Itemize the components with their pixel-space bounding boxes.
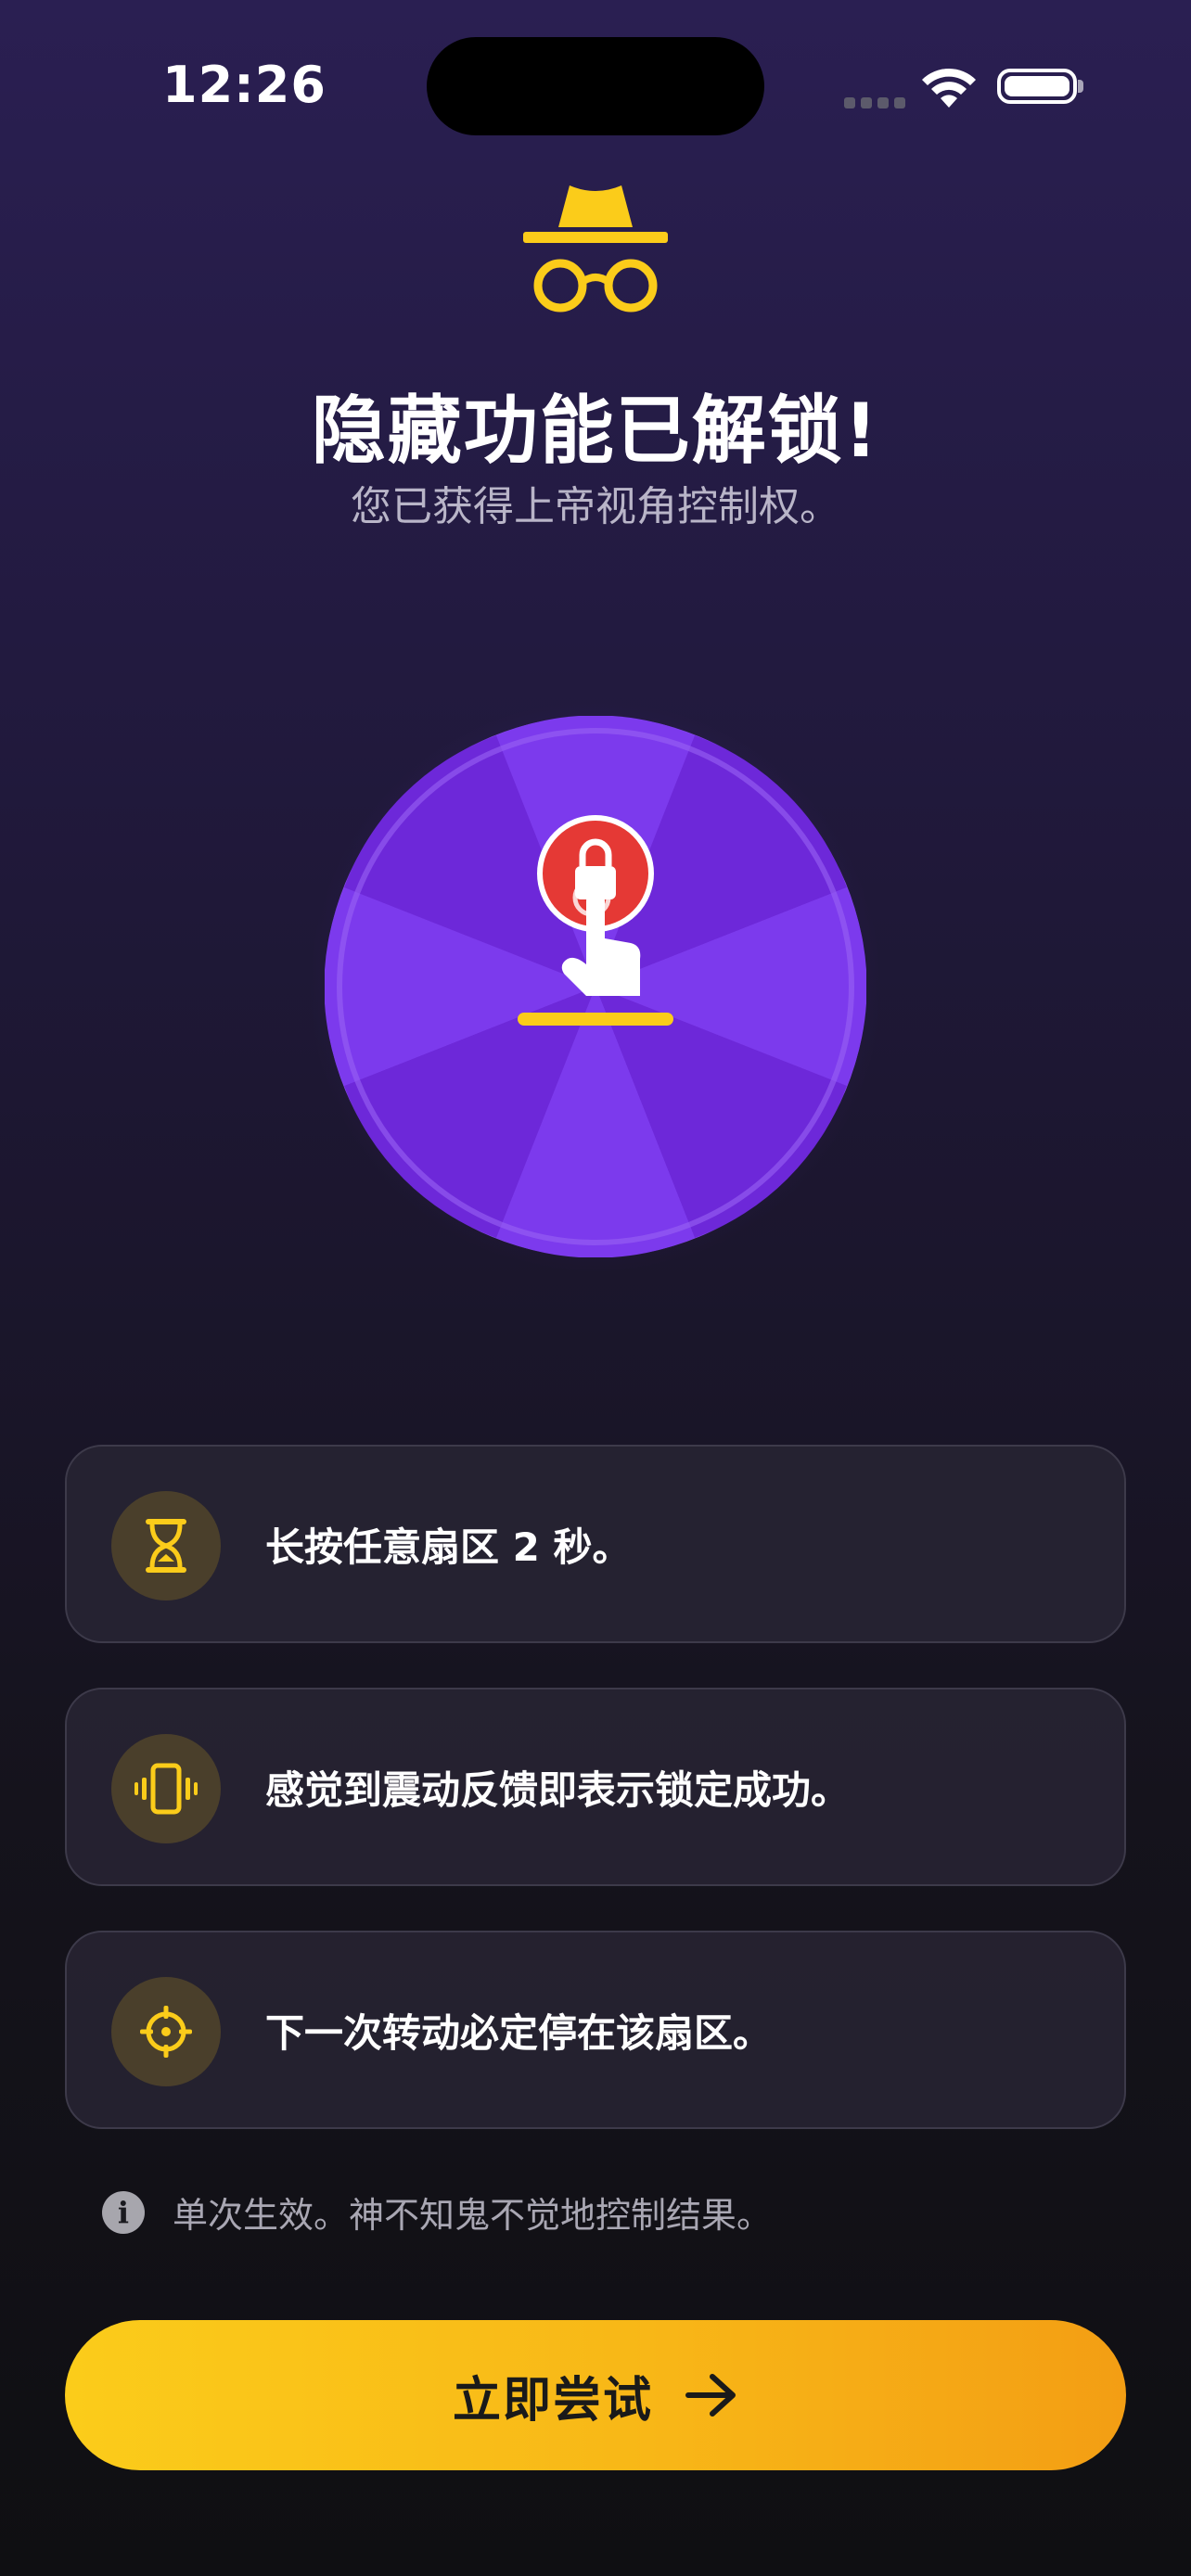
hourglass-icon	[146, 1519, 186, 1573]
info-note: i 单次生效。神不知鬼不觉地控制结果。	[102, 2187, 772, 2238]
page-title: 隐藏功能已解锁!	[311, 388, 880, 474]
arrow-right-icon	[685, 2374, 736, 2417]
spin-wheel[interactable]	[325, 716, 866, 1257]
wheel-pointer	[518, 1013, 673, 1026]
step-icon-container	[111, 1734, 221, 1843]
step-card-target: 下一次转动必定停在该扇区。	[65, 1931, 1126, 2129]
try-now-button[interactable]: 立即尝试	[65, 2320, 1126, 2470]
step-card-hold: 长按任意扇区 2 秒。	[65, 1445, 1126, 1643]
battery-icon	[997, 69, 1077, 104]
step-text: 下一次转动必定停在该扇区。	[265, 2009, 773, 2056]
incognito-icon	[523, 185, 668, 312]
battery-tip	[1078, 80, 1083, 93]
crosshair-icon	[140, 2006, 192, 2058]
step-icon-container	[111, 1491, 221, 1600]
info-note-text: 单次生效。神不知鬼不觉地控制结果。	[173, 2195, 773, 2236]
page-subtitle: 您已获得上帝视角控制权。	[351, 483, 840, 530]
vibration-icon	[134, 1763, 198, 1815]
wifi-icon	[922, 68, 976, 108]
step-text: 感觉到震动反馈即表示锁定成功。	[265, 1766, 851, 1813]
status-bar: 12:26	[0, 0, 1191, 167]
status-time: 12:26	[162, 56, 327, 114]
cellular-signal-icon	[844, 95, 911, 112]
dynamic-island	[427, 37, 764, 135]
try-now-label: 立即尝试	[452, 2372, 653, 2429]
step-card-vibration: 感觉到震动反馈即表示锁定成功。	[65, 1688, 1126, 1886]
step-icon-container	[111, 1977, 221, 2086]
step-text: 长按任意扇区 2 秒。	[265, 1524, 632, 1570]
info-icon: i	[102, 2190, 145, 2234]
